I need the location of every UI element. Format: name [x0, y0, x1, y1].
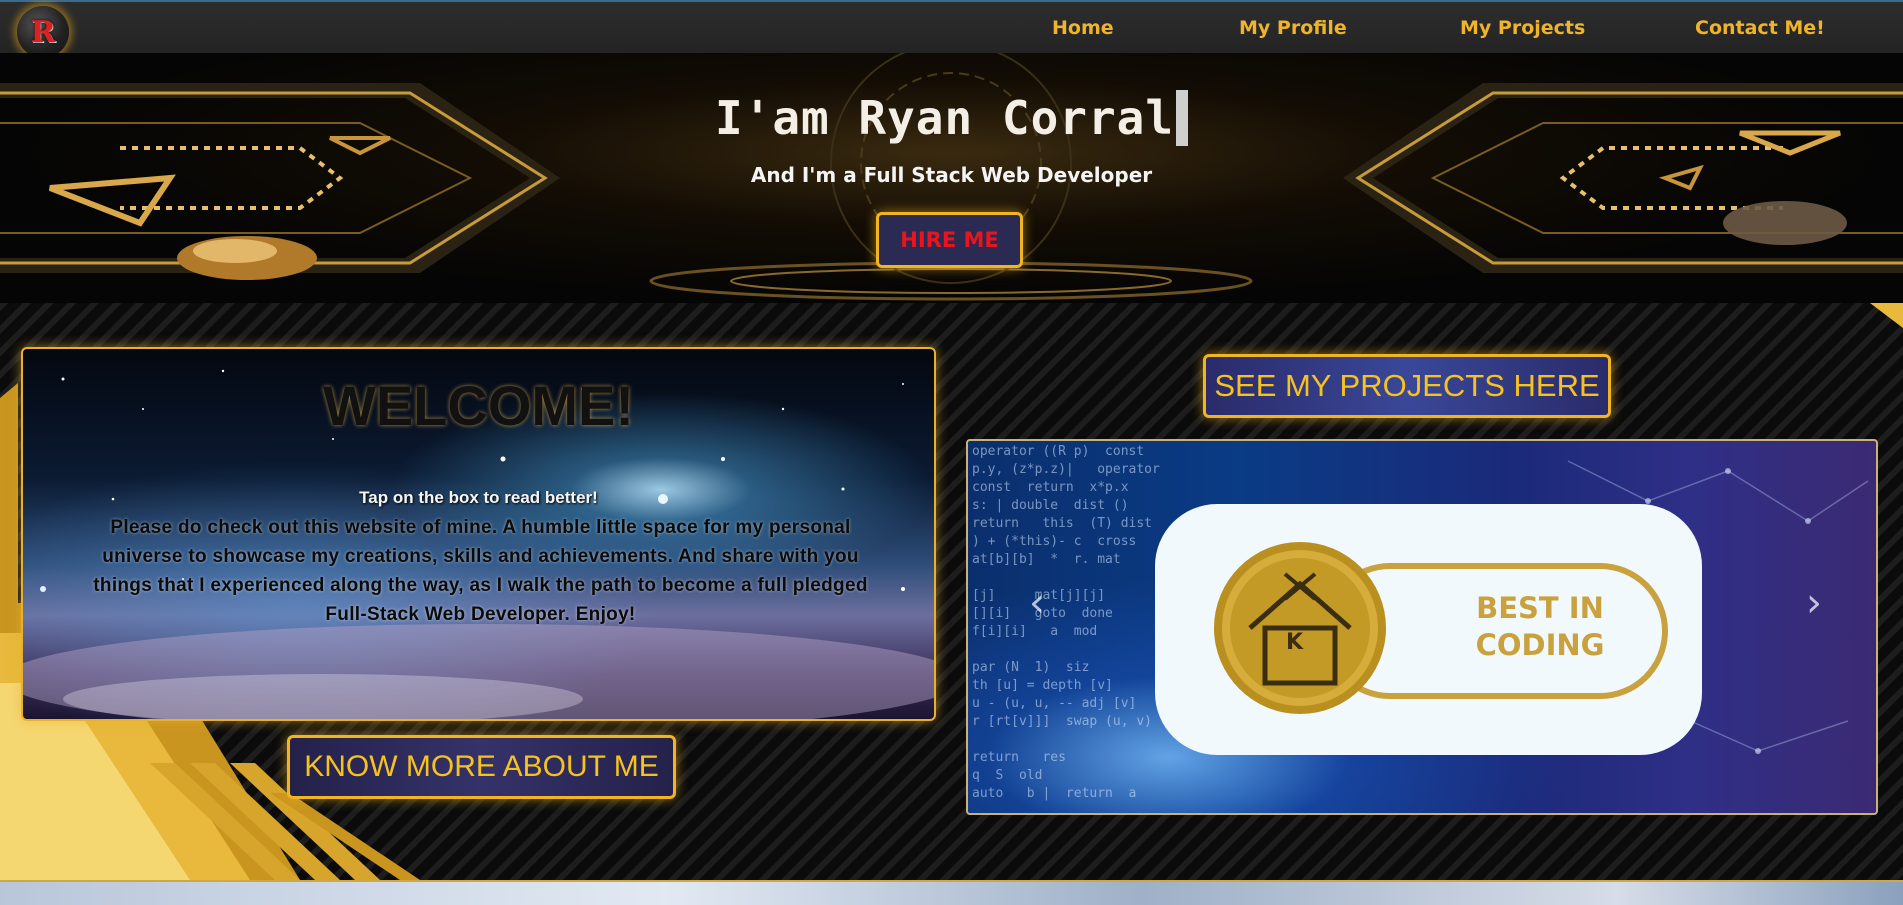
logo-letter: R [30, 14, 56, 50]
carousel-next-icon[interactable]: › [1801, 583, 1827, 623]
achievements-carousel: operator ((R p) const p.y, (z*p.z)| oper… [966, 439, 1878, 815]
nav-link-my-profile[interactable]: My Profile [1239, 17, 1347, 39]
hero-banner: I'am Ryan Corral And I'm a Full Stack We… [0, 53, 1903, 303]
welcome-body: Please do check out this website of mine… [93, 517, 868, 625]
main-section: WELCOME! Tap on the box to read better! … [0, 303, 1903, 880]
hero-subtitle: And I'm a Full Stack Web Developer [750, 163, 1153, 187]
carousel-slide: K BEST IN CODING [1155, 504, 1702, 755]
typing-cursor [1176, 89, 1189, 146]
hire-me-button[interactable]: HIRE ME [876, 212, 1023, 268]
badge-letter: K [1286, 630, 1304, 655]
nav-link-contact-me[interactable]: Contact Me! [1695, 17, 1825, 39]
carousel-prev-icon[interactable]: ‹ [1024, 583, 1050, 623]
welcome-title: WELCOME! [322, 374, 635, 437]
hero-title-text: I'am Ryan Corral [714, 91, 1175, 145]
navbar: R Home My Profile My Projects Contact Me… [0, 0, 1903, 58]
badge-caption-line1: BEST IN [1476, 591, 1604, 625]
welcome-hint: Tap on the box to read better! [359, 488, 598, 507]
see-projects-button[interactable]: SEE MY PROJECTS HERE [1203, 354, 1611, 418]
next-section-edge [0, 880, 1903, 905]
badge-caption-line2: CODING [1475, 628, 1605, 662]
logo-icon[interactable]: R [17, 6, 69, 58]
know-more-button[interactable]: KNOW MORE ABOUT ME [287, 735, 676, 799]
welcome-card[interactable]: WELCOME! Tap on the box to read better! … [21, 347, 936, 721]
hero-title: I'am Ryan Corral [0, 89, 1903, 146]
nav-link-my-projects[interactable]: My Projects [1460, 17, 1585, 39]
badge-caption: BEST IN CODING [1440, 590, 1640, 664]
nav-link-home[interactable]: Home [1052, 17, 1114, 39]
